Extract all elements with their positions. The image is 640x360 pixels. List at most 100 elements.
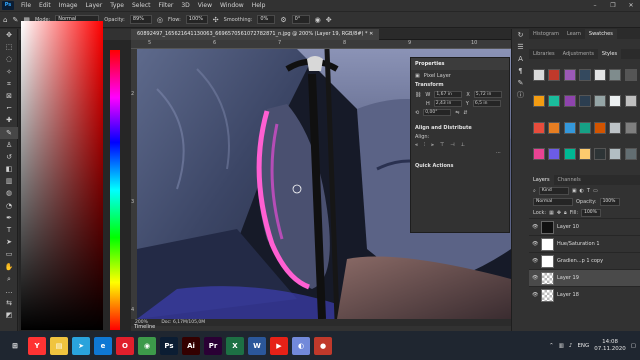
layer-row[interactable]: 👁︎ Gradien...p 1 copy [529, 252, 640, 269]
style-swatch[interactable] [594, 148, 607, 161]
smoothing-field[interactable]: 0% [257, 15, 276, 24]
chevron-up-icon[interactable]: ⌃ [549, 343, 554, 349]
edge-app-icon[interactable]: e [94, 336, 112, 355]
history-icon[interactable]: ↻ [512, 29, 529, 41]
tab-learn[interactable]: Learn [563, 29, 585, 39]
tab-swatches[interactable]: Swatches [584, 29, 617, 39]
menu-layer[interactable]: Layer [81, 2, 106, 9]
document-tab[interactable]: 60892497_165621641130063_669657056107278… [131, 29, 380, 40]
layer-row[interactable]: 👁︎ Layer 18 [529, 286, 640, 303]
tab-channels[interactable]: Channels [554, 175, 585, 185]
width-field[interactable]: 1,67 in [434, 91, 463, 98]
pressure-opacity-icon[interactable]: ◎ [157, 16, 163, 24]
menu-help[interactable]: Help [248, 2, 270, 9]
layer-row[interactable]: 👁︎ Hue/Saturation 1 [529, 235, 640, 252]
filter-type-icon[interactable]: T [587, 188, 590, 194]
style-swatch[interactable] [624, 95, 637, 108]
style-swatch[interactable] [609, 148, 622, 161]
layer-row[interactable]: 👁︎ Layer 10 [529, 218, 640, 235]
lock-pixels-icon[interactable]: ▦ [549, 210, 554, 216]
align-left-icon[interactable]: ⫷ [415, 142, 418, 148]
hue-slider[interactable] [110, 50, 120, 330]
notifications-icon[interactable]: ▢ [631, 343, 636, 349]
lock-position-icon[interactable]: ✥ [557, 210, 561, 216]
menu-3d[interactable]: 3D [177, 2, 193, 9]
style-swatch[interactable] [609, 69, 622, 81]
healing-tool-icon[interactable]: ✚ [0, 114, 18, 126]
layer-opacity-field[interactable]: 100% [599, 197, 620, 206]
visibility-eye-icon[interactable]: 👁︎ [532, 224, 538, 230]
height-field[interactable]: 2,43 in [433, 100, 462, 107]
style-swatch[interactable] [594, 121, 607, 134]
yandex-app-icon[interactable]: Y [28, 336, 46, 355]
telegram-app-icon[interactable]: ➤ [72, 336, 90, 355]
opera-app-icon[interactable]: O [116, 336, 134, 355]
properties-icon[interactable]: ☰ [512, 41, 529, 53]
x-field[interactable]: 5,72 in [473, 91, 502, 98]
dodge-tool-icon[interactable]: ◔ [0, 200, 18, 212]
align-section[interactable]: Align and Distribute [411, 123, 509, 133]
link-icon[interactable]: ⛓ [415, 92, 421, 98]
illustrator-app-icon[interactable]: Ai [182, 336, 200, 355]
style-swatch[interactable] [563, 121, 576, 134]
style-swatch[interactable] [578, 148, 591, 161]
more-options-icon[interactable]: ⋯ [496, 150, 501, 156]
color-swatch-icon[interactable]: ◩ [0, 309, 18, 321]
stamp-tool-icon[interactable]: ♙ [0, 139, 18, 151]
path-selection-tool-icon[interactable]: ➤ [0, 236, 18, 248]
visibility-eye-icon[interactable]: 👁︎ [532, 241, 538, 247]
blend-mode-select[interactable]: Normal [533, 197, 573, 206]
youtube-app-icon[interactable]: ▶ [270, 336, 288, 355]
filter-adjust-icon[interactable]: ◐ [580, 188, 584, 194]
visibility-eye-icon[interactable]: 👁︎ [532, 258, 538, 264]
eyedropper-tool-icon[interactable]: ⌐ [0, 102, 18, 114]
info-icon[interactable]: ⓘ [512, 89, 529, 101]
menu-type[interactable]: Type [106, 2, 128, 9]
style-swatch[interactable] [594, 95, 607, 108]
style-swatch[interactable] [533, 121, 545, 134]
pressure-size-icon[interactable]: ◉ [315, 16, 321, 24]
crop-tool-icon[interactable]: ⌗ [0, 78, 18, 90]
style-swatch[interactable] [533, 69, 545, 81]
style-swatch[interactable] [609, 121, 622, 134]
explorer-app-icon[interactable]: ▤ [50, 336, 68, 355]
menu-window[interactable]: Window [216, 2, 248, 9]
symmetry-icon[interactable]: ✥ [326, 16, 332, 24]
style-swatch[interactable] [624, 121, 637, 134]
more-tools-icon[interactable]: … [0, 285, 18, 297]
flip-horizontal-icon[interactable]: ⇋ [455, 110, 459, 116]
marquee-tool-icon[interactable]: ⬚ [0, 41, 18, 53]
tab-styles[interactable]: Styles [597, 49, 622, 59]
style-swatch[interactable] [533, 148, 545, 161]
flip-vertical-icon[interactable]: ⇵ [463, 110, 467, 116]
premiere-app-icon[interactable]: Pr [204, 336, 222, 355]
start-app-icon[interactable]: ⊞ [6, 336, 24, 355]
history-brush-tool-icon[interactable]: ↺ [0, 151, 18, 163]
character-icon[interactable]: A [512, 53, 529, 65]
swap-colors-icon[interactable]: ⇆ [0, 297, 18, 309]
opacity-field[interactable]: 89% [129, 15, 152, 24]
style-swatch[interactable] [533, 95, 545, 108]
smoothing-options-icon[interactable]: ⚙ [280, 16, 286, 24]
close-tab-icon[interactable]: ✕ [369, 31, 373, 37]
style-swatch[interactable] [624, 148, 637, 161]
layer-row-selected[interactable]: 👁︎ Layer 19 [529, 269, 640, 286]
style-swatch[interactable] [548, 69, 561, 81]
gradient-tool-icon[interactable]: ▥ [0, 175, 18, 187]
menu-view[interactable]: View [194, 2, 216, 9]
menu-select[interactable]: Select [128, 2, 155, 9]
lasso-tool-icon[interactable]: ◌ [0, 53, 18, 65]
angle-field[interactable]: 0° [291, 15, 310, 24]
quick-actions-section[interactable]: Quick Actions [411, 161, 509, 171]
brush-tool-icon[interactable]: ✎ [0, 126, 18, 139]
style-swatch[interactable] [578, 95, 591, 108]
filter-shape-icon[interactable]: ▭ [593, 188, 598, 194]
pen-tool-icon[interactable]: ✒ [0, 212, 18, 224]
align-bottom-icon[interactable]: ⊥ [461, 142, 465, 148]
minimize-button[interactable]: – [586, 0, 604, 11]
brushes-icon[interactable]: ✎ [512, 77, 529, 89]
maximize-button[interactable]: ❐ [604, 0, 622, 11]
kind-filter-select[interactable]: Kind [538, 186, 569, 195]
language-indicator[interactable]: ENG [577, 343, 589, 349]
style-swatch[interactable] [563, 95, 576, 108]
